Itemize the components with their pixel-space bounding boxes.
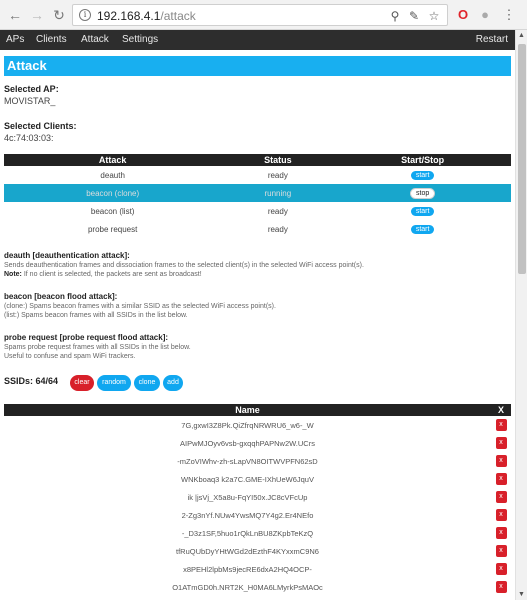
ssid-row: 2-Zg3nYf.NUw4YwsMQ7Y4g2.Er4NEfo x xyxy=(4,506,511,524)
stop-button[interactable]: stop xyxy=(410,187,436,199)
start-button[interactable]: start xyxy=(410,225,435,234)
ssid-name: ik |jsVj_X5a8u-FqYI50x.JC8cVFcUp xyxy=(187,492,308,502)
page-content: Attack Selected AP: MOVISTAR_ Selected C… xyxy=(4,50,511,600)
nav-clients[interactable]: Clients xyxy=(36,34,67,45)
selected-ap-label: Selected AP: xyxy=(4,84,59,94)
top-nav: APs Clients Attack Settings Restart xyxy=(0,30,515,50)
name-col-header: Name xyxy=(4,404,491,416)
status-col-header: Status xyxy=(221,154,335,166)
delete-ssid-button[interactable]: x xyxy=(495,419,507,431)
delete-ssid-button[interactable]: x xyxy=(495,455,507,467)
deauth-note: Note: If no client is selected, the pack… xyxy=(4,271,202,278)
probe-description: Spams probe request frames with all SSID… xyxy=(4,344,191,351)
scroll-thumb[interactable] xyxy=(518,44,526,274)
menu-icon[interactable]: ⋮ xyxy=(500,6,518,24)
attack-row-deauth: deauth ready start xyxy=(4,166,511,184)
ssid-name: WNKboaq3 k2a7C.GME-IXhUeW6JquV xyxy=(181,474,314,484)
nav-settings[interactable]: Settings xyxy=(122,34,158,45)
ssid-row: ik |jsVj_X5a8u-FqYI50x.JC8cVFcUp x xyxy=(4,488,511,506)
back-icon[interactable]: ← xyxy=(6,6,24,24)
attack-row-beacon-clone: beacon (clone) running stop xyxy=(4,184,511,202)
forward-icon[interactable]: → xyxy=(28,6,46,24)
info-icon[interactable]: i xyxy=(79,9,91,21)
ssid-row: x8PEHl2lpbMs9jecRE6dxA2HQ4OCP-x xyxy=(4,560,511,578)
scroll-up-icon[interactable]: ▲ xyxy=(518,32,525,39)
attack-status: ready xyxy=(267,206,288,216)
ssid-name: AIPwMJOyv6vsb-gxqqhPAPNw2W.UCrs xyxy=(180,438,315,448)
ssid-name: -_D3z1SF,5huo1rQkLnBU8ZKpbTeKzQ xyxy=(181,528,314,538)
ssid-row: O1ATmGD0h.NRT2K_H0MA6LMyrkPsMAOc x xyxy=(4,578,511,596)
browser-toolbar: ← → ↻ i 192.168.4.1/attack ⚲ ✎ ☆ O ● ⋮ xyxy=(0,0,527,30)
selected-ap-value: MOVISTAR_ xyxy=(4,96,56,106)
delete-ssid-button[interactable]: x xyxy=(495,581,507,593)
delete-ssid-button[interactable]: x xyxy=(495,563,507,575)
attack-name: deauth xyxy=(100,170,125,180)
ssid-row: WNKboaq3 k2a7C.GME-IXhUeW6JquV x xyxy=(4,470,511,488)
delete-ssid-button[interactable]: x xyxy=(495,545,507,557)
ssid-name: x8PEHl2lpbMs9jecRE6dxA2HQ4OCP- xyxy=(183,564,312,574)
attack-status: running xyxy=(221,184,335,202)
page-scrollbar[interactable]: ▲ ▼ xyxy=(515,30,527,600)
attack-row-probe-request: probe request ready start xyxy=(4,220,511,238)
attack-col-header: Attack xyxy=(4,154,222,166)
delete-ssid-button[interactable]: x xyxy=(495,437,507,449)
delete-ssid-button[interactable]: x xyxy=(495,509,507,521)
ssid-row: -mZoVIWhv-zh-sLapVN8OITWVPFN62sD x xyxy=(4,452,511,470)
attack-name: beacon (list) xyxy=(90,206,135,216)
selected-clients-label: Selected Clients: xyxy=(4,121,77,131)
reload-icon[interactable]: ↻ xyxy=(50,6,68,24)
delete-ssid-button[interactable]: x xyxy=(495,527,507,539)
url-text: 192.168.4.1/attack xyxy=(97,9,196,23)
page-header: Attack xyxy=(4,56,511,76)
startstop-col-header: Start/Stop xyxy=(334,154,511,166)
probe-description-title: probe request [probe request flood attac… xyxy=(4,333,169,342)
deauth-description-title: deauth [deauthentication attack]: xyxy=(4,251,130,260)
ssid-row: AIPwMJOyv6vsb-gxqqhPAPNw2W.UCrs x xyxy=(4,434,511,452)
ssid-name: O1ATmGD0h.NRT2K_H0MA6LMyrkPsMAOc xyxy=(172,582,323,592)
clear-button[interactable]: clear xyxy=(70,375,94,391)
ssid-row: tfRuQUbDyYHtWGd2dEzthF4KYxxmC9N6 x xyxy=(4,542,511,560)
attack-status: ready xyxy=(267,170,288,180)
ssid-name: -mZoVIWhv-zh-sLapVN8OITWVPFN62sD xyxy=(177,456,318,466)
address-bar[interactable]: i 192.168.4.1/attack ⚲ ✎ ☆ xyxy=(72,4,448,26)
beacon-description-list: (list:) Spams beacon frames with all SSI… xyxy=(4,312,188,319)
nav-restart[interactable]: Restart xyxy=(476,34,508,45)
start-button[interactable]: start xyxy=(410,171,435,180)
delete-ssid-button[interactable]: x xyxy=(495,491,507,503)
clone-button[interactable]: clone xyxy=(134,375,160,391)
deauth-description: Sends deauthentication frames and dissoc… xyxy=(4,262,364,269)
add-button[interactable]: add xyxy=(163,375,183,391)
opera-extension-icon[interactable]: O xyxy=(454,6,472,24)
ssids-count: SSIDs: 64/64 xyxy=(4,376,59,386)
translate-icon[interactable]: ✎ xyxy=(407,9,421,23)
attack-name: beacon (clone) xyxy=(4,184,222,202)
delete-ssid-button[interactable]: x xyxy=(495,473,507,485)
attack-table: Attack Status Start/Stop deauth ready st… xyxy=(4,154,511,238)
attack-name: probe request xyxy=(87,224,138,234)
ssid-name: 2-Zg3nYf.NUw4YwsMQ7Y4g2.Er4NEfo xyxy=(181,510,314,520)
random-button[interactable]: random xyxy=(97,375,131,391)
nav-aps[interactable]: APs xyxy=(6,34,24,45)
ssid-row: 7G,gxwI3Z8Pk.QiZfrqNRWRU6_w6-_W x xyxy=(4,416,511,434)
scroll-down-icon[interactable]: ▼ xyxy=(518,591,525,598)
ssid-table: Name X 7G,gxwI3Z8Pk.QiZfrqNRWRU6_w6-_W x … xyxy=(4,404,511,596)
start-button[interactable]: start xyxy=(410,207,435,216)
extension-icon[interactable]: ● xyxy=(476,6,494,24)
beacon-description-title: beacon [beacon flood attack]: xyxy=(4,292,118,301)
selected-clients-value: 4c:74:03:03: xyxy=(4,133,54,143)
ssid-name: 7G,gxwI3Z8Pk.QiZfrqNRWRU6_w6-_W xyxy=(181,420,314,430)
attack-status: ready xyxy=(267,224,288,234)
ssid-name: tfRuQUbDyYHtWGd2dEzthF4KYxxmC9N6 xyxy=(176,546,319,556)
ssid-row: -_D3z1SF,5huo1rQkLnBU8ZKpbTeKzQ x xyxy=(4,524,511,542)
probe-description-2: Useful to confuse and spam WiFi trackers… xyxy=(4,353,136,360)
nav-attack[interactable]: Attack xyxy=(81,34,109,45)
bookmark-star-icon[interactable]: ☆ xyxy=(427,9,441,23)
search-icon[interactable]: ⚲ xyxy=(388,9,402,23)
attack-row-beacon-list: beacon (list) ready start xyxy=(4,202,511,220)
page-title: Attack xyxy=(7,58,47,73)
delete-col-header: X xyxy=(491,404,511,416)
beacon-description-clone: (clone:) Spams beacon frames with a simi… xyxy=(4,303,276,310)
